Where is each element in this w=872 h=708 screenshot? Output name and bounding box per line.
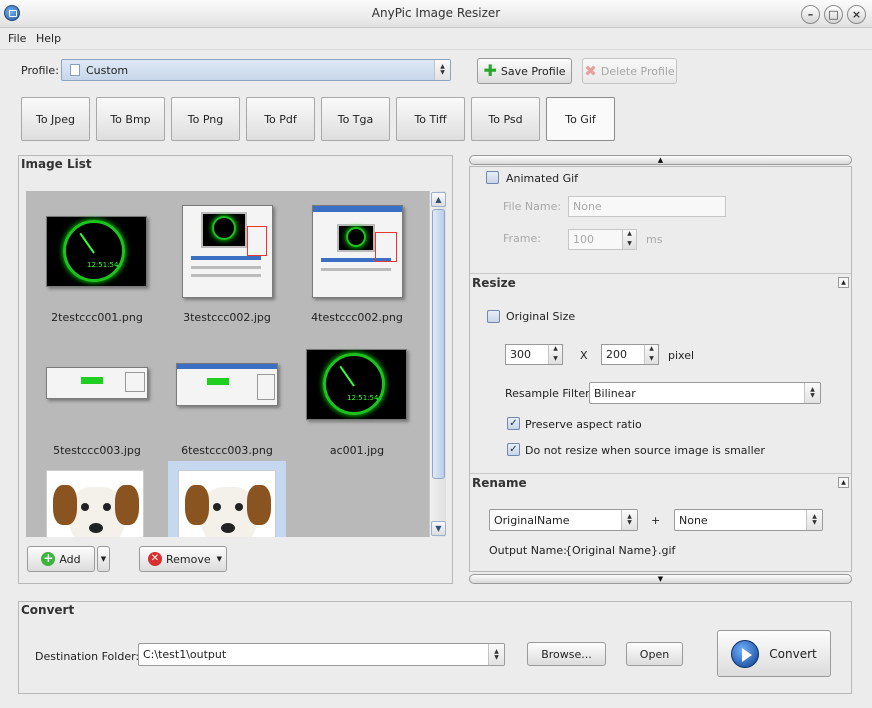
chevron-updown-icon: ▲ ▼ — [806, 510, 822, 530]
frame-unit: ms — [646, 233, 663, 246]
thumbnail-caption: 2testccc001.png — [51, 311, 143, 324]
thumbnail-caption: 3testccc002.jpg — [183, 311, 271, 324]
menu-help[interactable]: Help — [36, 32, 61, 45]
plus-icon: ✚ — [483, 61, 497, 80]
thumbnail-dog-selected[interactable] — [178, 470, 276, 537]
add-circle-icon: + — [41, 551, 56, 566]
tab-to-bmp[interactable]: To Bmp — [96, 97, 165, 141]
animated-gif-checkbox[interactable] — [486, 171, 499, 184]
no-resize-smaller-checkbox[interactable]: ✓ — [507, 443, 520, 456]
profile-select[interactable]: Custom ▲ ▼ — [61, 59, 451, 81]
tab-to-jpeg[interactable]: To Jpeg — [21, 97, 90, 141]
thumbnail-3testccc002[interactable] — [182, 205, 273, 298]
thumbnail-dog[interactable] — [46, 470, 144, 537]
close-button[interactable]: × — [847, 5, 866, 24]
convert-button[interactable]: Convert — [717, 630, 831, 677]
resize-section-header: Resize ▲ — [470, 273, 851, 291]
tab-to-tga[interactable]: To Tga — [321, 97, 390, 141]
title-bar: AnyPic Image Resizer – □ × — [0, 0, 872, 28]
save-profile-button[interactable]: ✚ Save Profile — [477, 58, 572, 84]
file-name-field[interactable]: None — [568, 196, 726, 217]
resample-filter-select[interactable]: Bilinear ▲ ▼ — [589, 382, 821, 404]
scroll-down-icon[interactable]: ▼ — [431, 521, 446, 536]
menu-bar: File Help — [0, 28, 872, 50]
play-icon — [731, 639, 760, 668]
tab-to-png[interactable]: To Png — [171, 97, 240, 141]
scroll-thumb[interactable] — [432, 209, 445, 479]
thumbnail-2testccc001[interactable]: 12:51:54 — [46, 216, 147, 287]
rename-title: Rename — [472, 476, 527, 490]
maximize-button[interactable]: □ — [824, 5, 843, 24]
add-dropdown-button[interactable]: ▼ — [97, 546, 110, 572]
add-button[interactable]: + Add — [27, 546, 95, 572]
chevron-updown-icon: ▲ ▼ — [488, 644, 504, 665]
thumbnail-grid[interactable]: 12:51:54 2testccc001.png 3testccc002.jpg… — [26, 191, 429, 537]
thumbnail-4testccc002[interactable] — [312, 205, 403, 298]
pixel-label: pixel — [668, 349, 695, 362]
tab-to-tiff[interactable]: To Tiff — [396, 97, 465, 141]
delete-x-icon: ✖ — [584, 62, 597, 80]
document-icon — [70, 64, 80, 76]
thumbnail-ac001[interactable]: 12:51:54 — [306, 349, 407, 420]
preserve-aspect-checkbox[interactable]: ✓ — [507, 417, 520, 430]
chevron-down-icon: ▼ — [100, 555, 107, 563]
chevron-updown-icon: ▲ ▼ — [621, 510, 637, 530]
image-list-title: Image List — [21, 157, 92, 171]
frame-spinner[interactable]: 100 ▲ ▼ — [568, 229, 637, 250]
profile-value: Custom — [86, 63, 129, 77]
resample-filter-label: Resample Filter: — [505, 387, 594, 400]
chevron-down-icon: ▼ — [216, 555, 222, 563]
thumbnail-6testccc003[interactable] — [176, 363, 278, 406]
menu-file[interactable]: File — [8, 32, 26, 45]
thumbnail-caption: 6testccc003.png — [181, 444, 273, 457]
delete-profile-button[interactable]: ✖ Delete Profile — [582, 58, 677, 84]
no-resize-smaller-label: Do not resize when source image is small… — [525, 444, 765, 457]
animated-gif-label: Animated Gif — [506, 172, 579, 185]
window-title: AnyPic Image Resizer — [371, 6, 501, 20]
original-size-label: Original Size — [506, 310, 576, 323]
output-name-label: Output Name: — [489, 544, 567, 557]
thumbnail-caption: ac001.jpg — [329, 444, 385, 457]
width-spinner[interactable]: 300 ▲ ▼ — [505, 344, 563, 365]
thumbnail-5testccc003[interactable] — [46, 367, 148, 399]
chevron-updown-icon: ▲ ▼ — [434, 60, 450, 80]
open-button[interactable]: Open — [626, 642, 683, 666]
collapse-rename-icon[interactable]: ▲ — [838, 477, 849, 488]
frame-label: Frame: — [503, 232, 541, 245]
thumbnail-caption: 5testccc003.jpg — [53, 444, 141, 457]
height-spinner[interactable]: 200 ▲ ▼ — [601, 344, 659, 365]
remove-circle-icon: ✕ — [148, 552, 162, 566]
rename-pattern-select[interactable]: OriginalName ▲ ▼ — [489, 509, 638, 531]
minimize-button[interactable]: – — [801, 5, 820, 24]
original-size-checkbox[interactable] — [487, 310, 500, 323]
scroll-up-icon[interactable]: ▲ — [431, 192, 446, 207]
profile-label: Profile: — [21, 64, 59, 77]
x-label: X — [580, 349, 588, 362]
browse-button[interactable]: Browse... — [527, 642, 606, 666]
image-list-scrollbar[interactable]: ▲ ▼ — [429, 191, 446, 537]
chevron-updown-icon: ▲ ▼ — [804, 383, 820, 403]
rename-suffix-select[interactable]: None ▲ ▼ — [674, 509, 823, 531]
collapse-resize-icon[interactable]: ▲ — [838, 277, 849, 288]
destination-folder-label: Destination Folder: — [35, 650, 140, 663]
thumbnail-caption: 4testccc002.png — [311, 311, 403, 324]
plus-label: + — [651, 514, 661, 527]
preserve-aspect-label: Preserve aspect ratio — [525, 418, 642, 431]
collapse-up-bar[interactable]: ▲ — [469, 155, 852, 165]
remove-button[interactable]: ✕ Remove ▼ — [139, 546, 227, 572]
tab-to-psd[interactable]: To Psd — [471, 97, 540, 141]
collapse-down-bar[interactable]: ▼ — [469, 574, 852, 584]
tab-to-pdf[interactable]: To Pdf — [246, 97, 315, 141]
rename-section-header: Rename ▲ — [470, 473, 851, 491]
tab-to-gif[interactable]: To Gif — [546, 97, 615, 141]
convert-title: Convert — [21, 603, 75, 617]
destination-folder-select[interactable]: C:\test1\output ▲ ▼ — [138, 643, 505, 666]
output-name-value: {Original Name}.gif — [565, 544, 676, 557]
resize-title: Resize — [472, 276, 516, 290]
file-name-label: File Name: — [503, 200, 562, 213]
